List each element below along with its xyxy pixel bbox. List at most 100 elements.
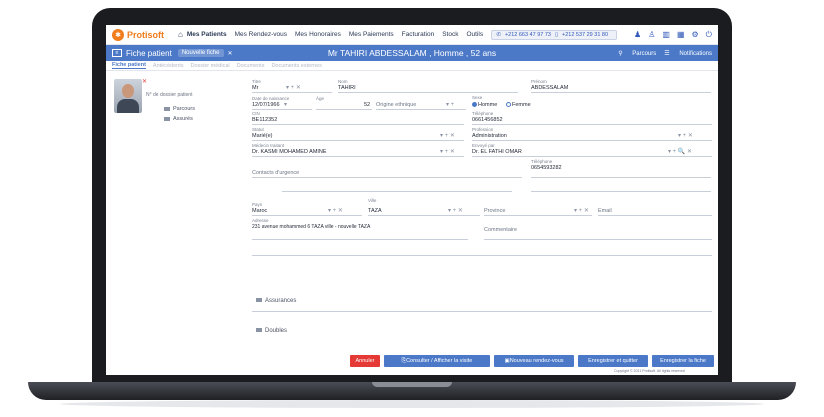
tab-fiche[interactable]: Fiche patient (112, 62, 146, 69)
statut-field[interactable]: Marié(e) (252, 133, 272, 139)
copyright: Copyright © 2021 Protisoft. All rights r… (614, 369, 685, 373)
laptop-notch (372, 382, 452, 387)
sexe-homme[interactable]: Homme (472, 102, 497, 108)
dob-field[interactable]: 12/07/1966 (252, 102, 280, 108)
ville-field[interactable]: TAZA (368, 208, 382, 214)
age-label: Âge (316, 96, 325, 101)
radio-femme-icon (506, 102, 511, 108)
tel-label: Téléphone (472, 111, 494, 116)
fiche-badge[interactable]: Nouvelle fiche (177, 49, 224, 57)
profession-actions[interactable]: ▾ + ✕ (678, 132, 693, 139)
adresse-label: Adresse (252, 218, 269, 223)
close-icon[interactable]: ✕ (228, 50, 233, 57)
nav-item-outils[interactable]: Outils (466, 31, 483, 38)
statut-actions[interactable]: ▾ + ✕ (440, 132, 455, 139)
phone-icon: ✆ (496, 31, 501, 38)
list-icon (256, 298, 262, 303)
nav-item-stock[interactable]: Stock (442, 31, 458, 38)
envoye-label: Envoyé par (472, 143, 495, 148)
utility-icons: ♟ ♙ ▥ ▦ ⚙ ⏻ (627, 30, 712, 40)
title-bar: ≡ Fiche patient Nouvelle fiche ✕ Mr TAHI… (106, 45, 718, 61)
annuler-button[interactable]: Annuler (350, 355, 380, 367)
user-icon[interactable]: ♟ (634, 30, 641, 40)
list-icon (164, 106, 170, 111)
nav-item-patients[interactable]: Mes Patients (187, 31, 227, 38)
sexe-femme[interactable]: Femme (506, 102, 531, 108)
gear-icon[interactable]: ⚙ (692, 30, 699, 40)
contact-urgence[interactable]: Contacts d'urgence (252, 170, 299, 176)
envoye-actions[interactable]: ▾ + 🔍 ✕ (668, 148, 692, 155)
sidebar-link-parcours[interactable]: Parcours (164, 106, 195, 112)
list-icon (256, 328, 262, 333)
cin-field[interactable]: BE112352 (252, 117, 277, 123)
tab-documents-externes[interactable]: Documents externes (271, 63, 321, 69)
cin-label: CIN (252, 111, 260, 116)
titre-label: Titre (252, 79, 261, 84)
nav-item-rdv[interactable]: Mes Rendez-vous (235, 31, 287, 38)
consulter-button[interactable]: ⎘ Consulter / Afficher la visite (384, 355, 490, 367)
nav-item-honoraires[interactable]: Mes Honoraires (295, 31, 341, 38)
tab-antecedents[interactable]: Antécédents (153, 63, 184, 69)
sidebar-link-assures[interactable]: Assurés (164, 116, 193, 122)
adresse-field[interactable]: 231 avenue mohammed 6 TAZA ville - nouve… (252, 224, 370, 230)
notifications-link[interactable]: ☰ Notifications (664, 50, 712, 57)
form-content: ✕ N° de dossier patient Parcours Assurés… (106, 71, 718, 375)
ville-actions[interactable]: ▾ + ✕ (448, 207, 463, 214)
pays-label: Pays (252, 202, 263, 207)
pays-actions[interactable]: ▾ + ✕ (328, 207, 343, 214)
medecin-actions[interactable]: ▾ + ✕ (440, 148, 455, 155)
app-screen: ✱ Protisoft ⌂ Mes Patients Mes Rendez-vo… (106, 25, 718, 375)
phone-box[interactable]: ✆ +212 663 47 97 73 ▯ +212 537 29 31 80 (491, 29, 618, 40)
logo-text: Protisoft (127, 29, 164, 40)
power-icon[interactable]: ⏻ (706, 30, 712, 40)
sexe-label: Sexe (472, 95, 483, 100)
dob-dropdown-icon[interactable]: ▾ (284, 101, 287, 108)
calendar-icon[interactable]: ▦ (677, 30, 685, 40)
nav-item-paiements[interactable]: Mes Paiements (349, 31, 394, 38)
tel-field[interactable]: 0661456852 (472, 117, 503, 123)
email-field[interactable]: Email (598, 208, 612, 214)
section-assurances[interactable]: Assurances (256, 298, 296, 304)
envoye-field[interactable]: Dr. EL FATHI OMAR (472, 149, 522, 155)
title-actions: ⚲ Parcours ☰ Notifications (610, 50, 712, 57)
phone-2: +212 537 29 31 80 (562, 31, 609, 38)
nouveau-rdv-button[interactable]: ▣ Nouveau rendez-vous (494, 355, 574, 367)
list-icon (164, 116, 170, 121)
parcours-link[interactable]: ⚲ Parcours (618, 50, 656, 57)
chart-icon[interactable]: ▥ (662, 30, 670, 40)
titre-field[interactable]: Mr (252, 85, 258, 91)
card-icon: ≡ (112, 49, 122, 57)
tab-documents[interactable]: Documents (237, 63, 265, 69)
profession-label: Profession (472, 127, 494, 132)
commentaire-field[interactable]: Commentaire (484, 227, 517, 233)
enregistrer-quitter-button[interactable]: Enregistrer et quitter (578, 355, 648, 367)
province-actions[interactable]: ▾ + ✕ (574, 207, 589, 214)
laptop-shadow (60, 400, 764, 408)
medecin-field[interactable]: Dr. KASMI MOHAMED AMINE (252, 149, 327, 155)
origine-actions[interactable]: ▾ + (446, 101, 454, 108)
profession-field[interactable]: Administration (472, 133, 507, 139)
prenom-field[interactable]: ABDESSALAM (531, 85, 568, 91)
users-icon[interactable]: ♙ (648, 30, 655, 40)
pays-field[interactable]: Maroc (252, 208, 267, 214)
section-doubles[interactable]: Doubles (256, 328, 287, 334)
origine-field[interactable]: Origine ethnique (376, 102, 416, 108)
province-field[interactable]: Province (484, 208, 505, 214)
tab-dossier[interactable]: Dossier médical (191, 63, 230, 69)
top-navigation: ✱ Protisoft ⌂ Mes Patients Mes Rendez-vo… (106, 25, 718, 45)
nom-field[interactable]: TAHIRI (338, 85, 356, 91)
ville-label: Ville (368, 198, 377, 203)
home-icon[interactable]: ⌂ (178, 30, 183, 39)
remove-photo-icon[interactable]: ✕ (142, 78, 147, 85)
phone-1: +212 663 47 97 73 (504, 31, 551, 38)
patient-photo[interactable] (114, 79, 142, 113)
fax-icon: ▯ (554, 31, 558, 38)
tel2-field[interactable]: 0654593282 (531, 165, 562, 171)
age-field[interactable]: 52 (364, 102, 370, 108)
enregistrer-fiche-button[interactable]: Enregistrer la fiche (652, 355, 714, 367)
titre-actions[interactable]: ▾ + ✕ (286, 84, 301, 91)
nav-item-facturation[interactable]: Facturation (402, 31, 435, 38)
page-title: Fiche patient (126, 48, 172, 58)
prenom-label: Prénom (531, 79, 547, 84)
radio-homme-icon (472, 102, 477, 108)
